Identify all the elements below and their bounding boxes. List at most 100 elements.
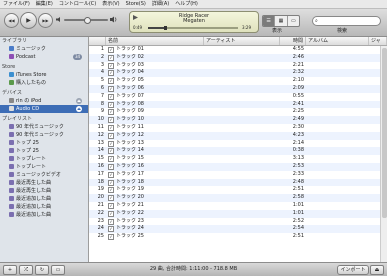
sidebar-item[interactable]: 最近追加した曲	[0, 195, 88, 203]
coverflow-view-button[interactable]: ▭	[288, 16, 299, 26]
checkbox-icon[interactable]: ✓	[108, 226, 114, 233]
previous-track-button[interactable]: ◀◀	[4, 13, 19, 28]
checkbox-icon[interactable]: ✓	[108, 47, 114, 53]
table-row[interactable]: 19 ✓ トラック 19 2:51	[89, 186, 387, 194]
volume-knob[interactable]	[84, 17, 91, 24]
checkbox-icon[interactable]: ✓	[108, 132, 114, 139]
sidebar-item[interactable]: 最近再生した曲	[0, 179, 88, 187]
grid-view-button[interactable]: ▦	[275, 16, 288, 26]
column-header[interactable]: アーティスト	[204, 37, 280, 45]
menu-item[interactable]: ファイル(F)	[0, 0, 33, 8]
sidebar-item[interactable]: ミュージック	[0, 45, 88, 53]
checkbox-icon[interactable]: ✓	[108, 218, 114, 225]
checkbox-icon[interactable]: ✓	[108, 179, 114, 186]
table-row[interactable]: 24 ✓ トラック 24 2:54	[89, 225, 387, 234]
table-row[interactable]: 25 ✓ トラック 25 2:51	[89, 233, 387, 241]
checkbox-icon[interactable]: ✓	[108, 171, 114, 178]
checkbox-icon[interactable]: ✓	[108, 156, 114, 163]
menu-item[interactable]: 詳細(A)	[149, 0, 172, 8]
sidebar-item[interactable]: トップ 25	[0, 139, 88, 147]
table-row[interactable]: 5 ✓ トラック 05 2:10	[89, 77, 387, 85]
table-row[interactable]: 23 ✓ トラック 23 2:52	[89, 218, 387, 226]
column-header[interactable]: 名前	[106, 37, 204, 45]
menu-item[interactable]: Store(S)	[123, 0, 149, 8]
table-row[interactable]: 13 ✓ トラック 13 2:14	[89, 140, 387, 148]
table-row[interactable]: 8 ✓ トラック 08 2:41	[89, 100, 387, 109]
table-row[interactable]: 21 ✓ トラック 21 1:01	[89, 202, 387, 210]
menu-item[interactable]: 表示(V)	[99, 0, 122, 8]
search-input[interactable]	[321, 17, 376, 24]
checkbox-icon[interactable]: ✓	[108, 234, 114, 241]
table-row[interactable]: 16 ✓ トラック 16 2:53	[89, 162, 387, 171]
table-row[interactable]: 18 ✓ トラック 18 2:48	[89, 178, 387, 187]
volume-slider[interactable]	[64, 17, 108, 24]
sidebar-item[interactable]: 90 年代ミュージック	[0, 131, 88, 139]
checkbox-icon[interactable]: ✓	[108, 101, 114, 108]
checkbox-icon[interactable]: ✓	[108, 85, 114, 92]
checkbox-icon[interactable]: ✓	[108, 124, 114, 131]
checkbox-icon[interactable]: ✓	[108, 117, 114, 124]
sidebar-item[interactable]: トップレート	[0, 155, 88, 163]
eject-icon[interactable]: ⏏	[76, 106, 82, 112]
list-view-button[interactable]: ☰	[263, 16, 276, 26]
sidebar-item[interactable]: iTunes Store	[0, 71, 88, 79]
sidebar-item[interactable]: トップ 25	[0, 147, 88, 155]
checkbox-icon[interactable]: ✓	[108, 163, 114, 170]
table-row[interactable]: 17 ✓ トラック 17 2:33	[89, 171, 387, 179]
menu-item[interactable]: 編集(E)	[33, 0, 56, 8]
column-header[interactable]	[89, 37, 106, 45]
checkbox-icon[interactable]: ✓	[108, 54, 114, 61]
checkbox-icon[interactable]: ✓	[108, 210, 114, 217]
progress-handle[interactable]	[164, 26, 167, 30]
sidebar-item[interactable]: Audio CD ⏏	[0, 105, 88, 113]
table-row[interactable]: 6 ✓ トラック 06 2:09	[89, 84, 387, 93]
column-header[interactable]: アルバム	[306, 37, 369, 45]
column-header[interactable]: ジャ	[369, 37, 387, 45]
table-row[interactable]: 22 ✓ トラック 22 1:01	[89, 209, 387, 218]
menu-item[interactable]: ヘルプ(H)	[172, 0, 201, 8]
table-row[interactable]: 10 ✓ トラック 10 2:49	[89, 116, 387, 124]
checkbox-icon[interactable]: ✓	[108, 148, 114, 155]
sidebar-item[interactable]: 最近再生した曲	[0, 187, 88, 195]
scrollbar-thumb[interactable]	[382, 48, 387, 218]
progress-bar[interactable]	[148, 26, 238, 30]
import-button[interactable]: インポート	[337, 265, 369, 275]
table-row[interactable]: 3 ✓ トラック 03 2:21	[89, 62, 387, 70]
menu-item[interactable]: コントロール(C)	[56, 0, 99, 8]
table-row[interactable]: 2 ✓ トラック 02 2:46	[89, 53, 387, 62]
table-row[interactable]: 9 ✓ トラック 09 2:25	[89, 108, 387, 116]
sidebar-item[interactable]: ミュージックビデオ	[0, 171, 88, 179]
table-row[interactable]: 20 ✓ トラック 20 2:58	[89, 194, 387, 202]
checkbox-icon[interactable]: ✓	[108, 140, 114, 147]
sidebar-item[interactable]: 90 年代ミュージック	[0, 123, 88, 131]
checkbox-icon[interactable]: ✓	[108, 195, 114, 202]
sidebar-item[interactable]: 最近追加した曲	[0, 211, 88, 219]
artist-cell	[204, 179, 280, 187]
checkbox-icon[interactable]: ✓	[108, 187, 114, 194]
checkbox-icon[interactable]: ✓	[108, 78, 114, 85]
sidebar-item[interactable]: トップレート	[0, 163, 88, 171]
table-row[interactable]: 1 ✓ トラック 01 4:55	[89, 46, 387, 54]
column-header[interactable]: 時間	[280, 37, 306, 45]
table-row[interactable]: 7 ✓ トラック 07 0:55	[89, 93, 387, 101]
play-button[interactable]: ▶	[20, 12, 37, 29]
checkbox-icon[interactable]: ✓	[108, 70, 114, 77]
sidebar-item[interactable]: Podcast 34	[0, 53, 88, 61]
scrollbar[interactable]	[380, 46, 387, 262]
sidebar-item[interactable]: 購入したもの	[0, 79, 88, 87]
checkbox-icon[interactable]: ✓	[108, 62, 114, 69]
sidebar-item[interactable]: 最近追加した曲	[0, 203, 88, 211]
checkbox-icon[interactable]: ✓	[108, 109, 114, 116]
table-row[interactable]: 12 ✓ トラック 12 4:23	[89, 131, 387, 140]
search-field[interactable]: ⌕	[312, 16, 381, 26]
sidebar-item[interactable]: rin の iPod ⏏	[0, 97, 88, 105]
table-row[interactable]: 15 ✓ トラック 15 3:13	[89, 155, 387, 163]
table-row[interactable]: 14 ✓ トラック 14 0:38	[89, 147, 387, 156]
checkbox-icon[interactable]: ✓	[108, 202, 114, 209]
eject-cd-button[interactable]: ⏏	[370, 265, 384, 275]
table-row[interactable]: 11 ✓ トラック 11 2:30	[89, 124, 387, 132]
checkbox-icon[interactable]: ✓	[108, 93, 114, 100]
eject-icon[interactable]: ⏏	[76, 98, 82, 104]
table-row[interactable]: 4 ✓ トラック 04 2:32	[89, 69, 387, 78]
next-track-button[interactable]: ▶▶	[38, 13, 53, 28]
